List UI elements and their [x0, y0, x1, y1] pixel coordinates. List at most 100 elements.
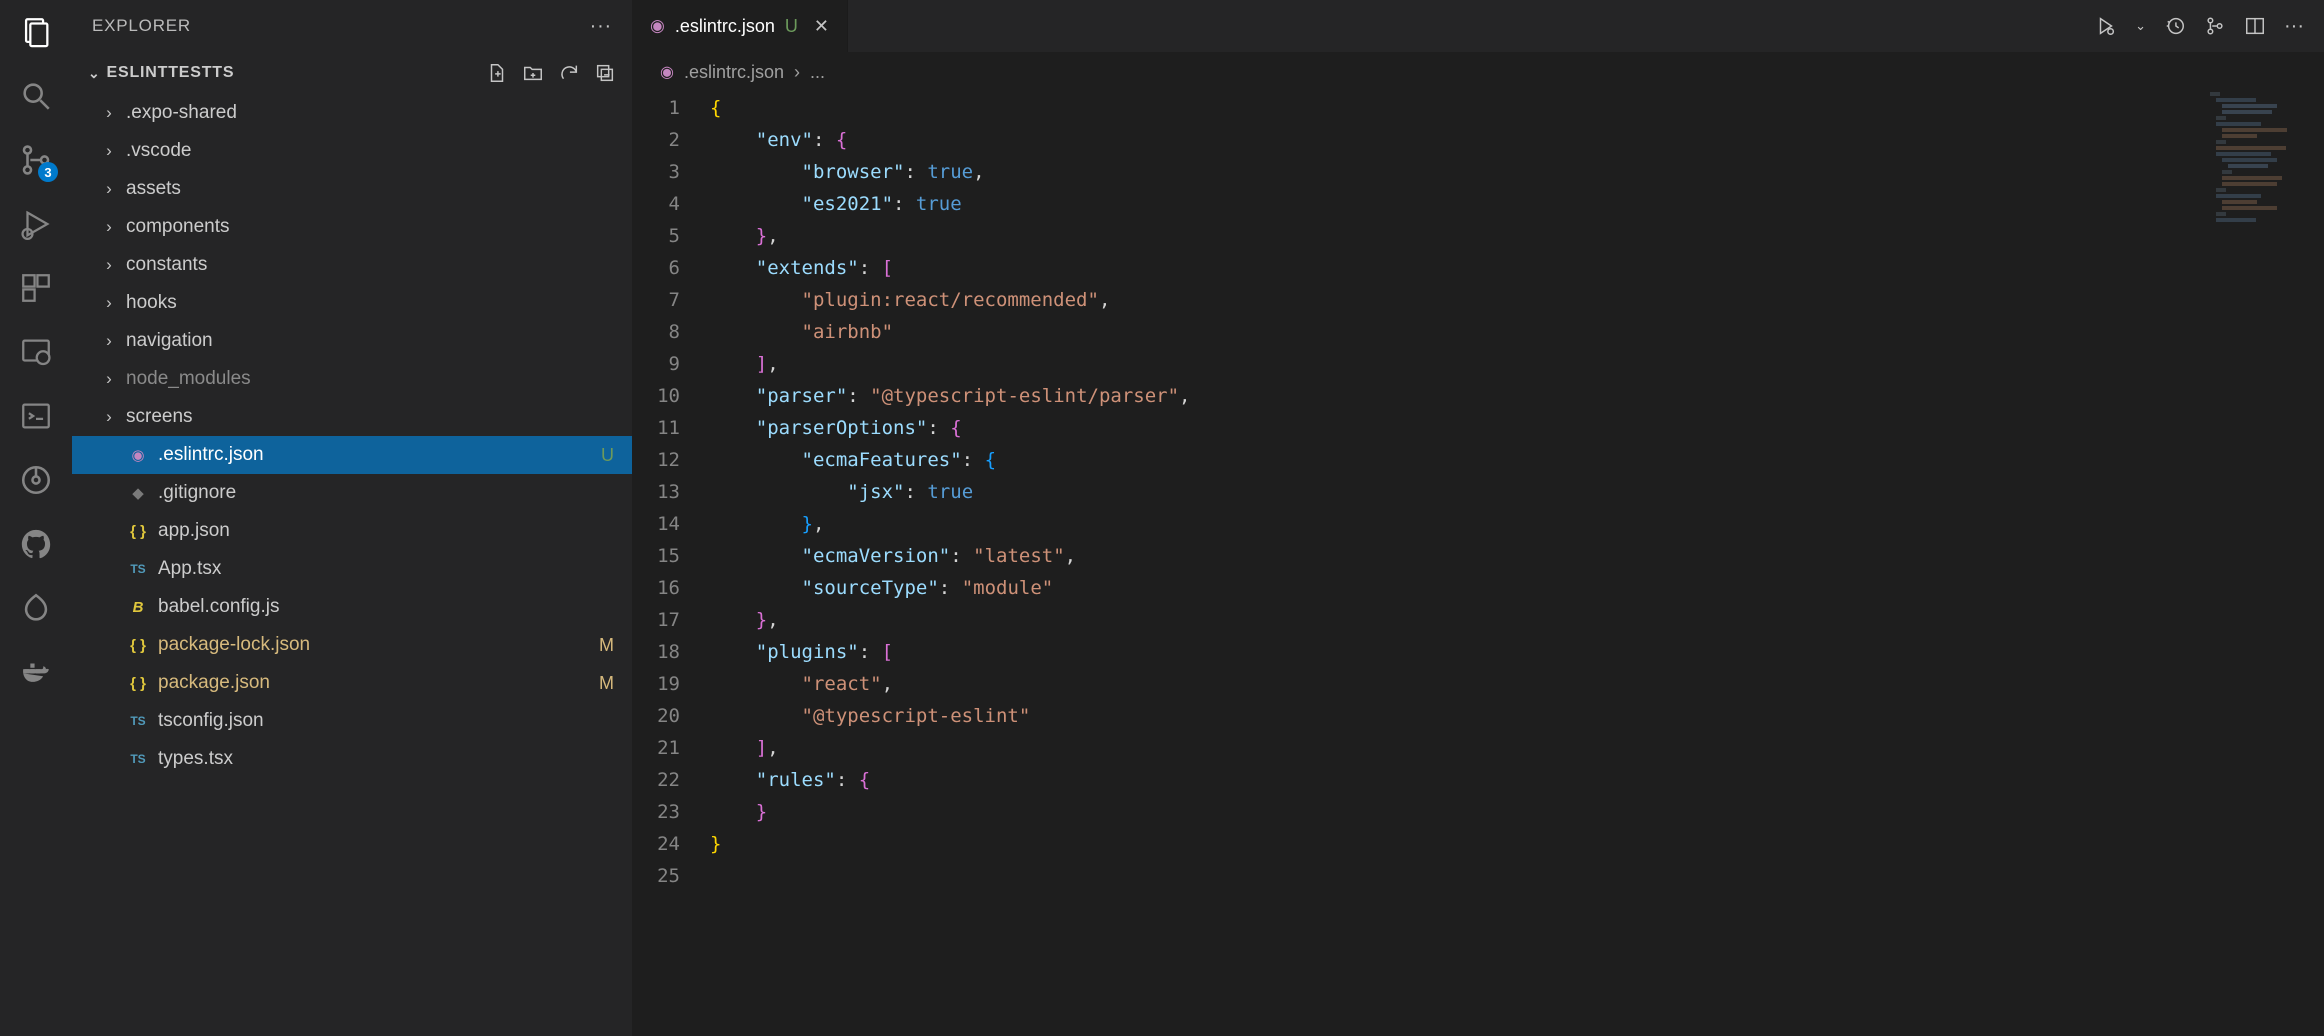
file-type-icon: { } [126, 523, 150, 540]
more-icon[interactable]: ··· [2284, 15, 2304, 38]
file-type-icon: { } [126, 637, 150, 654]
file-type-icon: ◉ [126, 446, 150, 464]
extensions-icon[interactable] [18, 270, 54, 306]
folder-label: screens [126, 406, 614, 428]
file-row[interactable]: TS tsconfig.json [72, 702, 632, 740]
scm-badge: 3 [38, 162, 58, 182]
chevron-right-icon: › [100, 293, 118, 313]
editor-actions: ⌄ ··· [2095, 0, 2324, 52]
file-row[interactable]: Bbabel.config.js [72, 588, 632, 626]
file-label: package.json [158, 672, 591, 694]
folder-row[interactable]: ›hooks [72, 284, 632, 322]
chevron-right-icon: › [100, 103, 118, 123]
file-label: .eslintrc.json [158, 444, 593, 466]
folder-label: node_modules [126, 368, 614, 390]
live-share-icon[interactable] [18, 590, 54, 626]
new-file-icon[interactable] [486, 62, 508, 84]
file-row[interactable]: TS App.tsx [72, 550, 632, 588]
file-row[interactable]: { } app.json [72, 512, 632, 550]
file-label: babel.config.js [158, 596, 614, 618]
close-icon[interactable]: ✕ [814, 16, 829, 37]
file-row[interactable]: TStypes.tsx [72, 740, 632, 778]
section-actions [486, 62, 616, 84]
folder-row[interactable]: › node_modules [72, 360, 632, 398]
chevron-right-icon: › [100, 141, 118, 161]
history-icon[interactable] [2164, 15, 2186, 37]
file-tree[interactable]: ›.expo-shared›.vscode›assets›components›… [72, 94, 632, 1036]
json-file-icon: ◉ [650, 16, 665, 36]
file-type-icon: B [126, 599, 150, 616]
run-icon[interactable] [2095, 15, 2117, 37]
search-icon[interactable] [18, 78, 54, 114]
project-header[interactable]: ⌄ ESLINTTESTTS [72, 52, 632, 94]
folder-row[interactable]: › screens [72, 398, 632, 436]
folder-row[interactable]: › components [72, 208, 632, 246]
code-content[interactable]: { "env": { "browser": true, "es2021": tr… [710, 92, 2324, 1036]
file-row[interactable]: ◉ .eslintrc.json U [72, 436, 632, 474]
tab-eslintrc[interactable]: ◉ .eslintrc.json U ✕ [632, 0, 848, 52]
github-icon[interactable] [18, 526, 54, 562]
refresh-icon[interactable] [558, 62, 580, 84]
folder-label: navigation [126, 330, 614, 352]
terminal-panel-icon[interactable] [18, 398, 54, 434]
split-editor-icon[interactable] [2244, 15, 2266, 37]
file-label: App.tsx [158, 558, 614, 580]
docker-icon[interactable] [18, 654, 54, 690]
new-folder-icon[interactable] [522, 62, 544, 84]
breadcrumb-file[interactable]: .eslintrc.json [684, 62, 784, 83]
editor-area: ◉ .eslintrc.json U ✕ ⌄ ··· ◉ .eslintrc.j… [632, 0, 2324, 1036]
git-status: M [599, 673, 614, 694]
chevron-right-icon: › [100, 217, 118, 237]
collapse-all-icon[interactable] [594, 62, 616, 84]
file-type-icon: TS [126, 562, 150, 576]
breadcrumb-rest[interactable]: ... [810, 62, 825, 83]
git-status: U [601, 445, 614, 466]
chevron-right-icon: › [100, 369, 118, 389]
file-type-icon: ◆ [126, 484, 150, 502]
breadcrumbs[interactable]: ◉ .eslintrc.json › ... [632, 52, 2324, 92]
run-debug-icon[interactable] [18, 206, 54, 242]
folder-row[interactable]: › constants [72, 246, 632, 284]
chevron-right-icon: › [100, 407, 118, 427]
tab-git-status: U [785, 16, 798, 37]
line-gutter: 1234567891011121314151617181920212223242… [632, 92, 710, 1036]
file-label: .gitignore [158, 482, 614, 504]
file-type-icon: { } [126, 675, 150, 692]
compare-icon[interactable] [2204, 15, 2226, 37]
chevron-down-icon[interactable]: ⌄ [2135, 18, 2146, 34]
file-row[interactable]: { } package-lock.json M [72, 626, 632, 664]
gitlens-icon[interactable] [18, 462, 54, 498]
folder-label: components [126, 216, 614, 238]
folder-label: assets [126, 178, 614, 200]
explorer-icon[interactable] [18, 14, 54, 50]
breadcrumb-separator: › [794, 62, 800, 83]
source-control-icon[interactable]: 3 [18, 142, 54, 178]
folder-row[interactable]: ›navigation [72, 322, 632, 360]
file-label: types.tsx [158, 748, 614, 770]
folder-row[interactable]: › .expo-shared [72, 94, 632, 132]
json-file-icon: ◉ [660, 62, 674, 82]
folder-label: .vscode [126, 140, 614, 162]
code-editor[interactable]: 1234567891011121314151617181920212223242… [632, 92, 2324, 1036]
file-row[interactable]: { } package.json M [72, 664, 632, 702]
tab-label: .eslintrc.json [675, 16, 775, 37]
project-name: ESLINTTESTTS [107, 64, 235, 82]
more-icon[interactable]: ··· [590, 15, 612, 38]
file-label: tsconfig.json [158, 710, 614, 732]
remote-explorer-icon[interactable] [18, 334, 54, 370]
activity-bar: 3 [0, 0, 72, 1036]
file-label: package-lock.json [158, 634, 591, 656]
tab-bar: ◉ .eslintrc.json U ✕ ⌄ ··· [632, 0, 2324, 52]
git-status: M [599, 635, 614, 656]
folder-row[interactable]: › .vscode [72, 132, 632, 170]
folder-label: constants [126, 254, 614, 276]
chevron-down-icon: ⌄ [88, 65, 101, 82]
folder-label: .expo-shared [126, 102, 614, 124]
file-label: app.json [158, 520, 614, 542]
chevron-right-icon: › [100, 179, 118, 199]
file-row[interactable]: ◆ .gitignore [72, 474, 632, 512]
sidebar-title-row: EXPLORER ··· [72, 0, 632, 52]
file-type-icon: TS [126, 714, 150, 728]
folder-row[interactable]: › assets [72, 170, 632, 208]
chevron-right-icon: › [100, 255, 118, 275]
